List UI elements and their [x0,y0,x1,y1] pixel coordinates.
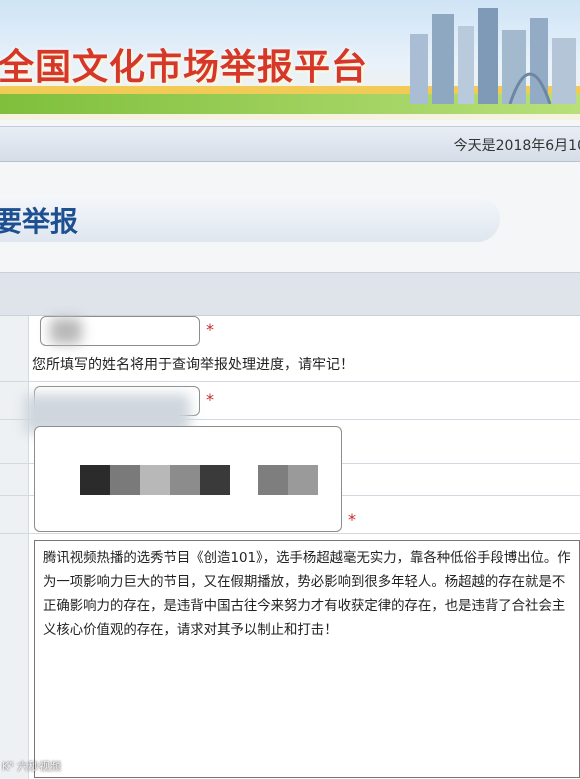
current-date: 今天是2018年6月10 [453,138,580,154]
redaction-block [80,465,110,495]
page-heading: 要举报 [0,205,79,238]
contact-required-mark: * [206,390,214,409]
form-label-column [0,316,29,779]
redaction-block [200,465,230,495]
address-required-mark: * [348,510,356,529]
redaction-block [170,465,200,495]
row-divider [0,533,580,534]
report-content-text: 腾讯视频热播的选秀节目《创造101》，选手杨超越毫无实力，靠各种低俗手段博出位。… [43,551,571,638]
site-banner: 全国文化市场举报平台 [0,0,580,120]
video-watermark: K⁵ 六秒视频 [2,760,62,773]
redaction-block [140,465,170,495]
site-title: 全国文化市场举报平台 [0,47,369,88]
report-content-textarea[interactable]: 腾讯视频热播的选秀节目《创造101》，选手杨超越毫无实力，靠各种低俗手段博出位。… [34,540,580,778]
redaction-block [288,465,318,495]
date-bar: 今天是2018年6月10 [0,126,580,162]
row-divider [0,381,580,382]
redaction-block [110,465,140,495]
redacted-name [50,318,82,344]
name-required-mark: * [206,320,214,339]
city-skyline-image [410,8,576,104]
name-note: 您所填写的姓名将用于查询举报处理进度，请牢记！ [32,357,354,373]
redaction-block [258,465,288,495]
form-header-bar [0,273,580,316]
